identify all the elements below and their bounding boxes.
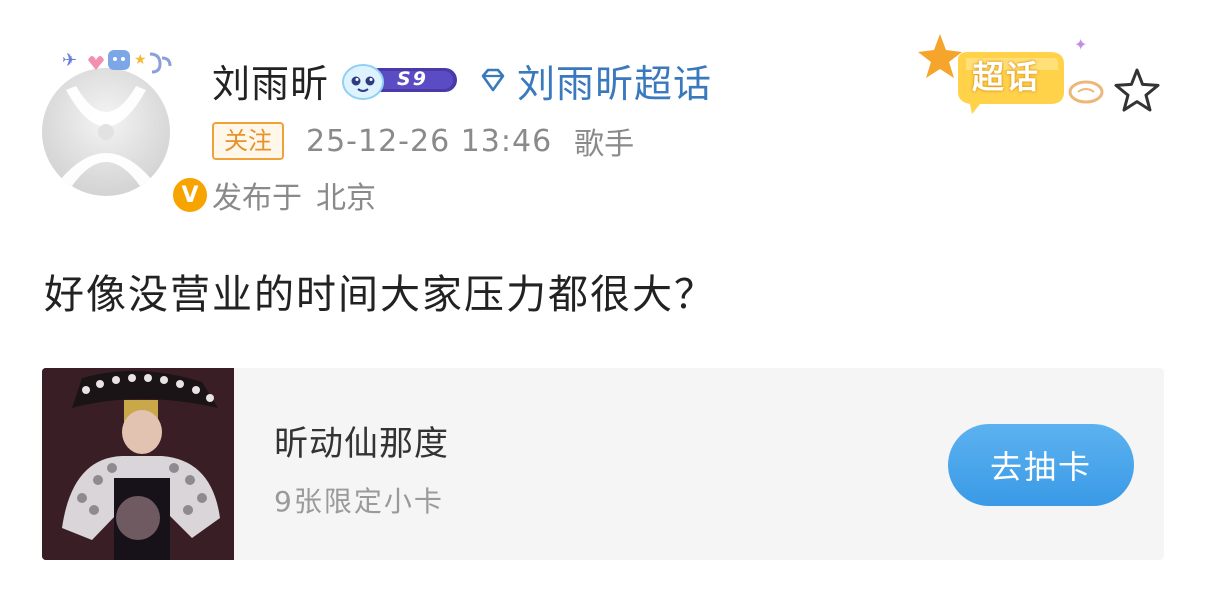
card-draw-panel[interactable]: 昕动仙那度 9张限定小卡 去抽卡 xyxy=(42,368,1164,560)
supertopic-label[interactable]: 刘雨昕超话 xyxy=(517,53,712,108)
user-name[interactable]: 刘雨昕 xyxy=(212,53,329,108)
performer-photo-icon xyxy=(42,368,234,560)
svg-text:★: ★ xyxy=(134,52,147,68)
location-row: 发布于 北京 xyxy=(212,173,376,217)
avatar-block[interactable]: ✈ ★ V xyxy=(42,40,210,215)
star-icon[interactable] xyxy=(1110,64,1164,118)
card-title: 昕动仙那度 xyxy=(274,424,449,464)
supertopic-link[interactable]: 刘雨昕超话 xyxy=(477,53,712,108)
draw-card-button[interactable]: 去抽卡 xyxy=(948,424,1134,506)
svg-text:✈: ✈ xyxy=(62,50,77,71)
location-prefix: 发布于 xyxy=(212,181,302,216)
post-text: 好像没营业的时间大家压力都很大？ xyxy=(44,272,716,318)
card-thumbnail[interactable] xyxy=(42,368,234,560)
level-badge[interactable]: S9 xyxy=(341,60,459,100)
avatar-decoration-icon: ✈ ★ xyxy=(62,50,172,74)
supertopic-sticker-label: 超话 xyxy=(972,58,1041,96)
level-label: S9 xyxy=(397,68,428,90)
supertopic-sticker[interactable]: ✦ 超话 xyxy=(918,30,1108,120)
avatar[interactable] xyxy=(42,68,170,196)
meta-row: 关注 25-12-26 13:46 歌手 xyxy=(212,120,634,162)
card-subtitle: 9张限定小卡 xyxy=(274,485,444,518)
location-city: 北京 xyxy=(316,181,376,216)
weibo-post: ✈ ★ V 刘雨昕 S9 刘雨昕超话 关注 25-12-26 13:46 歌手 … xyxy=(0,0,1206,603)
post-timestamp: 25-12-26 13:46 xyxy=(306,123,553,159)
diamond-icon xyxy=(481,68,505,92)
user-role: 歌手 xyxy=(574,127,635,162)
verified-v-icon: V xyxy=(170,175,210,215)
name-row: 刘雨昕 S9 刘雨昕超话 xyxy=(212,53,712,108)
svg-text:✦: ✦ xyxy=(1074,35,1087,54)
follow-button[interactable]: 关注 xyxy=(212,122,284,160)
avatar-figure-icon xyxy=(60,86,152,186)
